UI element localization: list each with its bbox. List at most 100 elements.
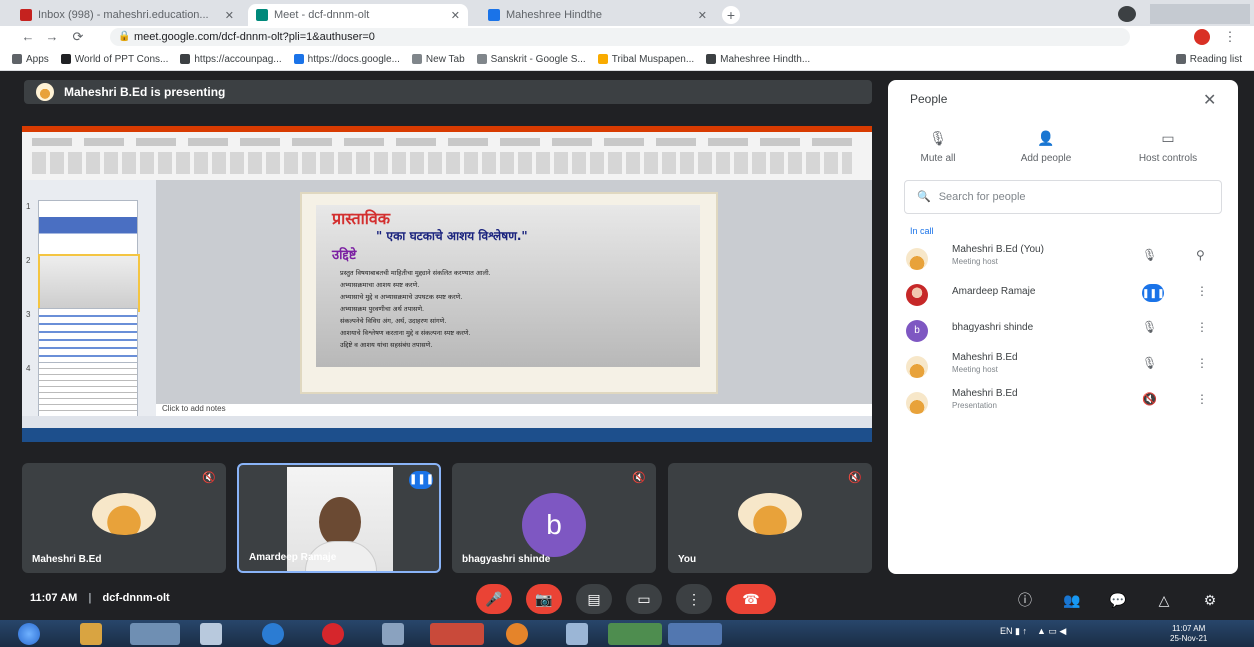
taskbar-app-icon[interactable] xyxy=(430,623,484,645)
pin-icon[interactable]: ⚲ xyxy=(1196,248,1205,262)
bookmark-apps[interactable]: Apps xyxy=(12,54,49,65)
tab-meet[interactable]: Meet - dcf-dnnm-olt ✕ xyxy=(248,4,468,26)
tab-inbox[interactable]: Inbox (998) - maheshri.education... ✕ xyxy=(12,4,242,26)
mic-off-icon: 🎙 xyxy=(929,130,947,146)
bookmark-item[interactable]: New Tab xyxy=(411,53,465,65)
mic-off-icon[interactable]: 🎙 xyxy=(1142,356,1157,370)
slide-objectives-heading: उद्दिष्टे xyxy=(332,248,357,263)
host-controls-button[interactable]: ▭ Host controls xyxy=(1120,130,1216,164)
new-tab-button[interactable]: + xyxy=(722,6,740,24)
close-icon[interactable]: ✕ xyxy=(698,9,707,22)
docs-icon xyxy=(293,54,304,64)
reading-list[interactable]: Reading list xyxy=(1175,54,1242,65)
host-controls-icon[interactable]: ⚙ xyxy=(1200,590,1220,610)
url-text: meet.google.com/dcf-dnnm-olt?pli=1&authu… xyxy=(134,31,375,43)
info-icon[interactable]: ⓘ xyxy=(1015,590,1035,610)
more-vert-icon[interactable]: ⋮ xyxy=(1196,320,1208,334)
participant-row[interactable]: Amardeep Ramaje ❚❚❚ ⋮ xyxy=(900,276,1230,312)
participant-avatar xyxy=(906,392,928,414)
host-controls-icon: ▭ xyxy=(1161,130,1175,146)
search-people-input[interactable]: 🔍 Search for people xyxy=(904,180,1222,214)
participant-row[interactable]: Maheshri B.Ed Presentation 🔇 ⋮ xyxy=(900,384,1230,420)
bookmark-item[interactable]: https://docs.google... xyxy=(293,54,400,65)
address-bar-row: ← → ⟳ 🔒 meet.google.com/dcf-dnnm-olt?pli… xyxy=(0,26,1254,48)
slide-notes[interactable]: Click to add notes xyxy=(156,404,872,416)
ie-icon[interactable] xyxy=(262,623,284,645)
more-vert-icon[interactable]: ⋮ xyxy=(1196,356,1208,370)
close-icon[interactable]: ✕ xyxy=(451,9,460,22)
leave-call-button[interactable]: ☎ xyxy=(726,584,776,614)
participant-name: Maheshri B.Ed xyxy=(952,388,1018,399)
participant-name: Amardeep Ramaje xyxy=(249,552,337,563)
mute-all-button[interactable]: 🎙 Mute all xyxy=(890,130,986,164)
system-tray[interactable]: EN ▮ ↑ ▲ ▭ ◀ xyxy=(1000,626,1066,637)
participant-avatar xyxy=(906,284,928,306)
more-vert-icon[interactable]: ⋮ xyxy=(1196,284,1208,298)
taskbar-app-icon[interactable] xyxy=(668,623,722,645)
bookmark-item[interactable]: Tribal Muspapen... xyxy=(597,54,694,65)
participant-row[interactable]: Maheshri B.Ed Meeting host 🎙 ⋮ xyxy=(900,348,1230,384)
slide-thumb[interactable] xyxy=(38,200,138,256)
speaker-off-icon[interactable]: 🔇 xyxy=(1142,392,1157,406)
participant-row[interactable]: Maheshri B.Ed (You) Meeting host 🎙 ⚲ xyxy=(900,240,1230,276)
bookmark-item[interactable]: Maheshree Hindth... xyxy=(706,54,810,65)
add-people-button[interactable]: 👤 Add people xyxy=(998,130,1094,164)
window-controls[interactable] xyxy=(1150,4,1250,24)
meet-icon xyxy=(256,9,268,21)
opera-icon[interactable] xyxy=(322,623,344,645)
taskbar-app-icon[interactable] xyxy=(130,623,180,645)
participant-tile[interactable]: 🔇 Maheshri B.Ed xyxy=(22,463,226,573)
self-tile[interactable]: 🔇 You xyxy=(668,463,872,573)
meeting-info: 11:07 AM | dcf-dnnm-olt xyxy=(30,592,170,604)
taskbar-app-icon[interactable] xyxy=(200,623,222,645)
mic-off-icon[interactable]: 🎙 xyxy=(1142,320,1157,334)
back-arrow-icon[interactable]: ← xyxy=(20,29,36,45)
thumb-number: 1 xyxy=(26,202,31,211)
in-call-label: In call xyxy=(910,226,934,236)
more-options-button[interactable]: ⋮ xyxy=(676,584,712,614)
taskbar-app-icon[interactable] xyxy=(566,623,588,645)
slide-content: प्रास्ताविक " एका घटकाचे आशय विश्लेषण." … xyxy=(316,205,700,367)
camera-toggle-button[interactable]: 📷 xyxy=(526,584,562,614)
meeting-time: 11:07 AM xyxy=(30,592,78,604)
mic-off-icon[interactable]: 🎙 xyxy=(1142,248,1157,262)
people-icon[interactable]: 👥 xyxy=(1062,590,1082,610)
participant-tile[interactable]: b 🔇 bhagyashri shinde xyxy=(452,463,656,573)
more-vert-icon[interactable]: ⋮ xyxy=(1196,392,1208,406)
present-button[interactable]: ▭ xyxy=(626,584,662,614)
more-vert-icon[interactable]: ⋮ xyxy=(1222,29,1238,45)
taskbar-app-icon[interactable] xyxy=(80,623,102,645)
slide-thumb[interactable] xyxy=(38,362,138,418)
firefox-icon[interactable] xyxy=(506,623,528,645)
start-button-icon[interactable] xyxy=(18,623,40,645)
bookmark-item[interactable]: World of PPT Cons... xyxy=(60,54,168,65)
tab-maheshree[interactable]: Maheshree Hindthe ✕ xyxy=(480,4,715,26)
slide-thumb[interactable] xyxy=(38,308,138,364)
bookmark-label: New Tab xyxy=(425,53,465,65)
ribbon-tabs xyxy=(32,138,852,146)
separator: | xyxy=(88,592,92,604)
bookmark-item[interactable]: https://accounpag... xyxy=(180,54,282,65)
search-placeholder: Search for people xyxy=(938,191,1026,203)
taskbar-clock[interactable]: 11:07 AM 25-Nov-21 xyxy=(1170,624,1207,644)
thumb-number: 4 xyxy=(26,364,31,373)
account-avatar[interactable] xyxy=(1194,29,1210,45)
close-icon[interactable]: ✕ xyxy=(225,9,234,22)
slide-thumb-selected[interactable] xyxy=(38,254,140,312)
forward-arrow-icon[interactable]: → xyxy=(44,29,60,45)
url-input[interactable]: 🔒 meet.google.com/dcf-dnnm-olt?pli=1&aut… xyxy=(110,28,1130,46)
taskbar-app-icon[interactable] xyxy=(382,623,404,645)
activities-icon[interactable]: △ xyxy=(1154,590,1174,610)
profile-icon[interactable] xyxy=(1118,6,1136,22)
apps-grid-icon xyxy=(12,54,22,64)
reload-icon[interactable]: ⟳ xyxy=(70,29,86,45)
bookmark-icon xyxy=(476,54,487,64)
captions-button[interactable]: ▤ xyxy=(576,584,612,614)
close-icon[interactable]: ✕ xyxy=(1203,90,1216,110)
mic-toggle-button[interactable]: 🎤 xyxy=(476,584,512,614)
participant-row[interactable]: b bhagyashri shinde 🎙 ⋮ xyxy=(900,312,1230,348)
participant-tile-active[interactable]: ❚❚❚ Amardeep Ramaje xyxy=(237,463,441,573)
taskbar-app-icon[interactable] xyxy=(608,623,662,645)
chat-icon[interactable]: 💬 xyxy=(1108,590,1128,610)
bookmark-item[interactable]: Sanskrit - Google S... xyxy=(476,54,586,65)
